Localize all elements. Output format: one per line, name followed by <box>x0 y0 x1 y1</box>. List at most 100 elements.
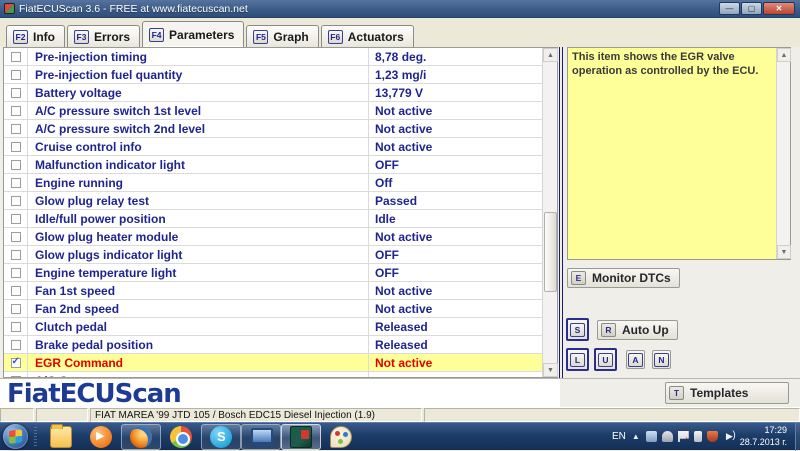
parameter-checkbox[interactable] <box>11 160 21 170</box>
scantool-taskbar-button[interactable] <box>281 424 321 450</box>
info-scroll-down-icon[interactable]: ▼ <box>777 245 791 259</box>
table-row[interactable]: Idle/full power positionIdle <box>4 210 542 228</box>
checkbox-cell <box>4 372 28 378</box>
firefox-taskbar-button[interactable] <box>121 424 161 450</box>
table-row[interactable]: Glow plug relay testPassed <box>4 192 542 210</box>
table-scrollbar[interactable]: ▲ ▼ <box>542 48 557 377</box>
scroll-up-arrow-icon[interactable]: ▲ <box>543 48 558 62</box>
tab-graph[interactable]: F5Graph <box>246 25 318 47</box>
key-n: N <box>654 353 669 367</box>
table-row[interactable]: Glow plugs indicator lightOFF <box>4 246 542 264</box>
parameter-checkbox[interactable] <box>11 214 21 224</box>
usb-tray-icon[interactable] <box>662 431 673 442</box>
system-tray: EN ▲ 17:29 28.7.2013 г. <box>612 425 795 448</box>
parameter-checkbox[interactable] <box>11 52 21 62</box>
s-button[interactable]: S <box>566 318 589 341</box>
parameter-description: This item shows the EGR valve operation … <box>572 51 772 79</box>
status-cell-4 <box>424 408 800 422</box>
monitor-dtcs-button[interactable]: E Monitor DTCs <box>567 268 680 288</box>
tab-label: Errors <box>94 30 130 44</box>
language-indicator[interactable]: EN <box>612 431 626 442</box>
fiatecuscan-window: FiatECUScan 3.6 - FREE at www.fiatecusca… <box>0 0 800 450</box>
a-button[interactable]: A <box>626 350 645 369</box>
parameter-value: OFF <box>369 264 542 282</box>
l-button[interactable]: L <box>566 348 589 371</box>
parameter-value: Not active <box>369 300 542 318</box>
parameter-checkbox[interactable] <box>11 106 21 116</box>
parameter-checkbox[interactable] <box>11 232 21 242</box>
taskbar: EN ▲ 17:29 28.7.2013 г. <box>0 422 800 450</box>
parameter-checkbox[interactable] <box>11 88 21 98</box>
parameter-checkbox[interactable] <box>11 286 21 296</box>
table-row[interactable]: Clutch pedalReleased <box>4 318 542 336</box>
parameter-checkbox[interactable] <box>11 358 21 368</box>
parameter-checkbox[interactable] <box>11 340 21 350</box>
table-row[interactable]: Malfunction indicator lightOFF <box>4 156 542 174</box>
paint-taskbar-button[interactable] <box>321 424 361 450</box>
table-row[interactable]: Fan 1st speedNot active <box>4 282 542 300</box>
table-row[interactable]: Engine runningOff <box>4 174 542 192</box>
tab-label: Graph <box>273 30 308 44</box>
parameter-checkbox[interactable] <box>11 196 21 206</box>
app-icon <box>4 3 15 14</box>
flag-tray-icon[interactable] <box>678 431 689 442</box>
tab-parameters[interactable]: F4Parameters <box>142 21 244 47</box>
parameter-name: Malfunction indicator light <box>28 156 369 174</box>
checkbox-cell <box>4 84 28 102</box>
scroll-thumb[interactable] <box>544 212 557 292</box>
tab-errors[interactable]: F3Errors <box>67 25 140 47</box>
table-row[interactable]: Pre-injection timing8,78 deg. <box>4 48 542 66</box>
table-row[interactable]: Brake pedal positionReleased <box>4 336 542 354</box>
show-hidden-icons-icon[interactable]: ▲ <box>632 432 640 441</box>
maximize-button[interactable]: ▢ <box>741 2 762 15</box>
table-row[interactable]: Engine temperature lightOFF <box>4 264 542 282</box>
tab-actuators[interactable]: F6Actuators <box>321 25 414 47</box>
windows-flag-icon <box>9 429 22 443</box>
auto-up-button[interactable]: R Auto Up <box>597 320 678 340</box>
chrome-taskbar-button[interactable] <box>161 424 201 450</box>
parameter-checkbox[interactable] <box>11 178 21 188</box>
parameter-checkbox[interactable] <box>11 250 21 260</box>
battery-tray-icon[interactable] <box>694 431 702 442</box>
minimize-button[interactable]: — <box>719 2 740 15</box>
info-scrollbar[interactable]: ▲ ▼ <box>776 48 790 259</box>
volume-tray-icon[interactable] <box>723 431 734 442</box>
parameter-checkbox[interactable] <box>11 142 21 152</box>
parameter-checkbox[interactable] <box>11 376 21 378</box>
skype-taskbar-button[interactable] <box>201 424 241 450</box>
tab-info[interactable]: F2Info <box>6 25 65 47</box>
title-bar[interactable]: FiatECUScan 3.6 - FREE at www.fiatecusca… <box>0 0 800 18</box>
table-row[interactable]: A/C pressure switch 1st levelNot active <box>4 102 542 120</box>
table-row[interactable]: A/C pressure switch 2nd levelNot active <box>4 120 542 138</box>
table-row[interactable]: Cruise control infoNot active <box>4 138 542 156</box>
parameter-checkbox[interactable] <box>11 124 21 134</box>
u-button[interactable]: U <box>594 348 617 371</box>
table-row[interactable]: A/C Compressor <box>4 372 542 377</box>
wmp-taskbar-button[interactable] <box>81 424 121 450</box>
templates-button[interactable]: T Templates <box>665 382 789 404</box>
parameter-checkbox[interactable] <box>11 268 21 278</box>
table-row[interactable]: Battery voltage13,779 V <box>4 84 542 102</box>
tray-icons <box>646 431 734 442</box>
shield-tray-icon[interactable] <box>707 431 718 442</box>
parameter-checkbox[interactable] <box>11 70 21 80</box>
explorer-taskbar-button[interactable] <box>41 424 81 450</box>
info-scroll-up-icon[interactable]: ▲ <box>777 48 791 62</box>
wmp-icon <box>90 426 112 448</box>
table-row[interactable]: Glow plug heater moduleNot active <box>4 228 542 246</box>
clock[interactable]: 17:29 28.7.2013 г. <box>740 425 787 448</box>
bluetooth-tray-icon[interactable] <box>646 431 657 442</box>
parameter-checkbox[interactable] <box>11 304 21 314</box>
parameter-value: Not active <box>369 228 542 246</box>
table-row[interactable]: Pre-injection fuel quantity1,23 mg/i <box>4 66 542 84</box>
n-button[interactable]: N <box>652 350 671 369</box>
status-cell-1 <box>0 408 34 422</box>
close-button[interactable]: ✕ <box>763 2 795 15</box>
table-row[interactable]: Fan 2nd speedNot active <box>4 300 542 318</box>
parameter-checkbox[interactable] <box>11 322 21 332</box>
computer-taskbar-button[interactable] <box>241 424 281 450</box>
scroll-down-arrow-icon[interactable]: ▼ <box>543 363 558 377</box>
table-row[interactable]: EGR CommandNot active <box>4 354 542 372</box>
show-desktop-button[interactable] <box>795 423 800 451</box>
start-button[interactable] <box>3 424 28 449</box>
